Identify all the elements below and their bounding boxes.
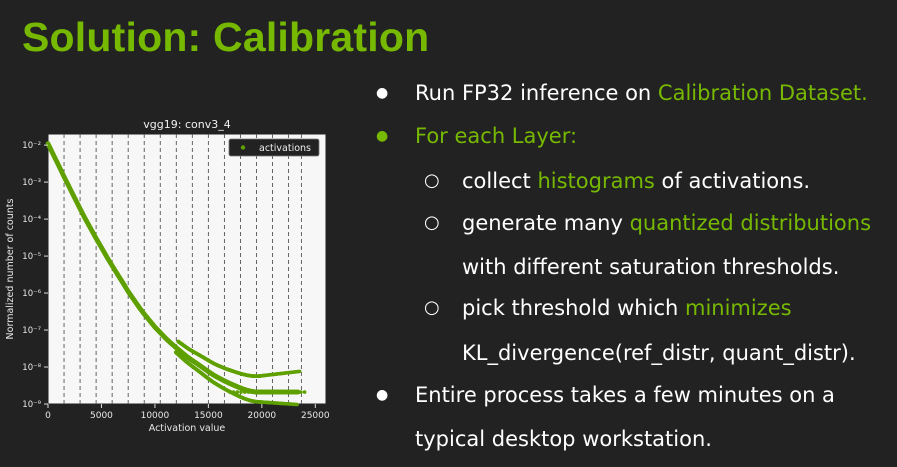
bullet-item: Run FP32 inference on Calibration Datase… — [415, 78, 868, 108]
bullet-highlight: minimizes — [684, 296, 792, 320]
bullet-text: typical desktop workstation. — [415, 427, 712, 451]
sub-bullet-marker: ○ — [424, 170, 440, 191]
sub-bullet-continuation: KL_divergence(ref_distr, quant_distr). — [462, 338, 856, 368]
sub-bullet-marker: ○ — [424, 297, 440, 318]
y-tick-label: 10⁻⁸ — [22, 363, 41, 373]
sub-bullet-marker: ○ — [424, 212, 440, 233]
bullet-text: Run FP32 inference on — [415, 81, 658, 105]
legend-label: activations — [259, 143, 311, 154]
activation-point — [276, 390, 281, 394]
sub-bullet-continuation: with different saturation thresholds. — [462, 252, 839, 282]
activation-point — [246, 390, 251, 394]
activation-point — [272, 390, 277, 394]
sub-bullet-item: generate many quantized distributions — [462, 208, 871, 238]
y-tick-label: 10⁻⁵ — [22, 252, 41, 262]
activation-point — [231, 390, 236, 394]
activation-point — [235, 390, 240, 394]
x-tick-label: 25000 — [301, 411, 330, 421]
activation-point — [302, 390, 307, 394]
bullet-text: For each Layer: — [415, 124, 578, 148]
activation-point — [227, 390, 232, 394]
x-tick-label: 0 — [45, 411, 51, 421]
activation-point — [239, 390, 243, 394]
activation-point — [284, 390, 288, 394]
bullet-continuation: typical desktop workstation. — [415, 424, 712, 454]
activation-point — [291, 390, 296, 394]
histogram-chart: vgg19: conv3_4 0 5000 10000 15000 20000 25000 1… — [0, 108, 340, 444]
activation-point — [254, 390, 258, 394]
bullet-text: generate many — [462, 211, 630, 235]
activation-point — [261, 390, 266, 394]
y-tick-label: 10⁻⁴ — [22, 215, 41, 225]
y-tick-label: 10⁻² — [22, 141, 41, 151]
bullet-item: Entire process takes a few minutes on a — [415, 380, 835, 410]
activation-point — [299, 390, 303, 394]
y-tick-label: 10⁻⁷ — [22, 326, 41, 336]
bullet-highlight: quantized distributions — [629, 211, 872, 235]
legend-marker — [240, 145, 246, 150]
activation-point — [257, 390, 262, 394]
y-tick-label: 10⁻³ — [22, 178, 41, 188]
activation-point — [280, 390, 284, 394]
bullet-text: Entire process takes a few minutes on a — [415, 383, 835, 407]
bullet-text: KL_divergence(ref_distr, quant_distr). — [462, 341, 856, 365]
y-tick-label: 10⁻⁶ — [22, 289, 41, 299]
activation-point — [242, 390, 247, 394]
activation-point — [269, 390, 273, 394]
x-tick-label: 20000 — [248, 411, 277, 421]
x-tick-label: 5000 — [90, 411, 113, 421]
sub-bullet-item: collect histograms of activations. — [462, 166, 810, 196]
bullet-highlight: histograms — [537, 169, 655, 193]
activation-point — [250, 390, 255, 394]
bullet-text: pick threshold which — [462, 296, 685, 320]
activation-point — [287, 390, 292, 394]
sub-bullet-item: pick threshold which minimizes — [462, 293, 792, 323]
activation-point — [265, 390, 269, 394]
bullet-item: For each Layer: — [415, 121, 577, 151]
bullet-text: collect — [462, 169, 538, 193]
bullet-text: with different saturation thresholds. — [462, 255, 840, 279]
chart-title: vgg19: conv3_4 — [143, 118, 230, 131]
activation-point — [297, 369, 302, 374]
activation-point — [295, 390, 299, 394]
y-axis-label: Normalized number of counts — [5, 198, 16, 339]
slide-title: Solution: Calibration — [22, 14, 430, 60]
x-tick-label: 15000 — [194, 411, 223, 421]
bullet-highlight: Calibration Dataset. — [657, 81, 868, 105]
activation-point — [295, 402, 299, 407]
y-tick-label: 10⁻⁹ — [22, 400, 41, 410]
bullet-marker: ● — [376, 387, 389, 403]
bullet-marker: ● — [376, 85, 389, 101]
bullet-text: of activations. — [654, 169, 811, 193]
x-tick-label: 10000 — [141, 411, 170, 421]
bullet-marker: ● — [376, 128, 389, 144]
x-axis-label: Activation value — [149, 423, 226, 434]
